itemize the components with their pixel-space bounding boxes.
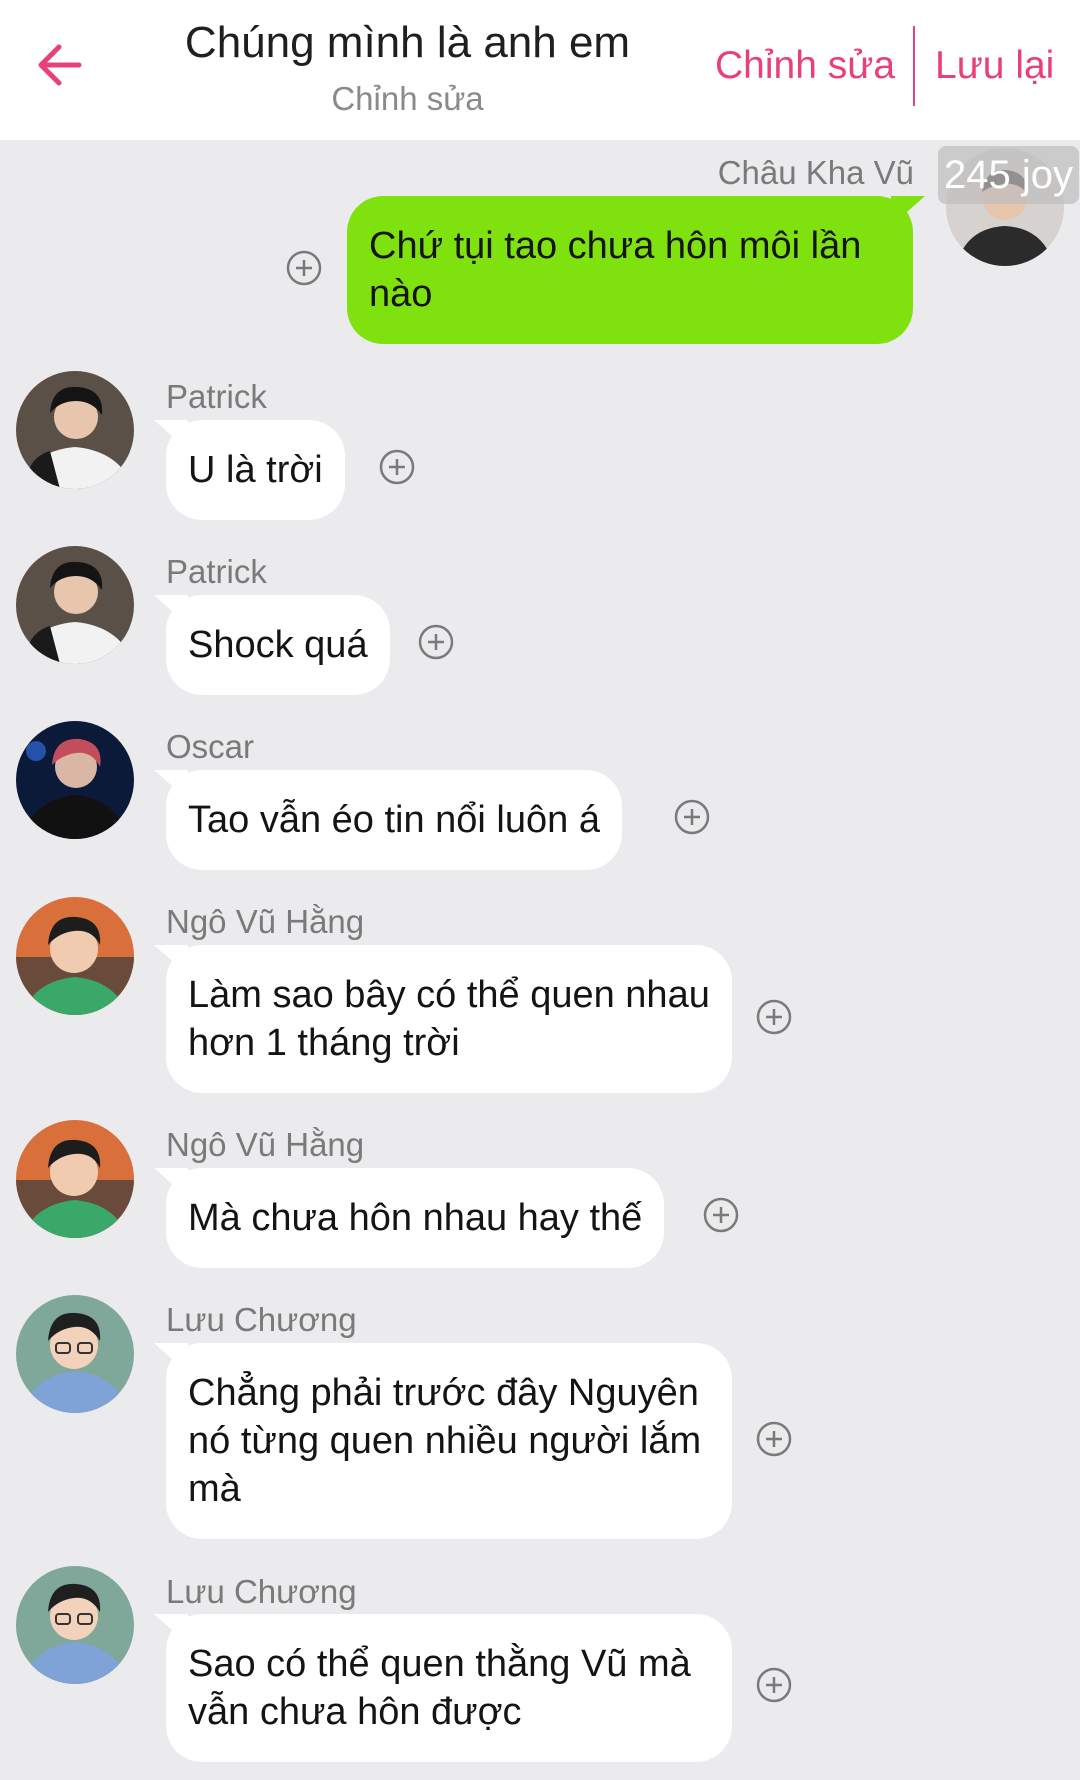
message-bubble-outgoing[interactable]: Chứ tụi tao chưa hôn môi lần nào <box>347 196 913 344</box>
message-bubble[interactable]: Làm sao bây có thể quen nhau hơn 1 tháng… <box>166 945 732 1093</box>
chat-subtitle: Chỉnh sửa <box>331 80 484 117</box>
sender-name: Oscar <box>166 728 255 765</box>
sender-name: Patrick <box>166 378 267 415</box>
message-bubble[interactable]: Sao có thể quen thằng Vũ mà vẫn chưa hôn… <box>166 1614 732 1762</box>
back-button[interactable] <box>24 30 94 100</box>
add-reaction-icon[interactable] <box>418 624 454 660</box>
watermark-label: 245 joy <box>938 146 1079 204</box>
avatar[interactable] <box>16 1566 134 1684</box>
save-button[interactable]: Lưu lại <box>935 44 1054 88</box>
sender-name: Patrick <box>166 553 267 590</box>
add-reaction-icon[interactable] <box>756 1421 792 1457</box>
sender-name: Ngô Vũ Hằng <box>166 1126 365 1163</box>
message-bubble[interactable]: Tao vẫn éo tin nổi luôn á <box>166 770 622 870</box>
add-reaction-icon[interactable] <box>703 1197 739 1233</box>
avatar[interactable] <box>16 721 134 839</box>
add-reaction-icon[interactable] <box>379 449 415 485</box>
arrow-left-icon <box>38 44 82 86</box>
message-bubble[interactable]: Mà chưa hôn nhau hay thế <box>166 1168 665 1268</box>
edit-button[interactable]: Chỉnh sửa <box>715 44 895 88</box>
chat-header: Chúng mình là anh em Chỉnh sửa Chỉnh sửa… <box>0 0 1080 140</box>
add-reaction-icon[interactable] <box>674 799 710 835</box>
message-bubble[interactable]: Shock quá <box>166 595 390 695</box>
avatar[interactable] <box>16 371 134 489</box>
message-bubble[interactable]: Chẳng phải trước đây Nguyên nó từng quen… <box>166 1343 732 1539</box>
avatar[interactable] <box>16 1120 134 1238</box>
message-bubble[interactable]: U là trời <box>166 420 345 520</box>
sender-name: Lưu Chương <box>166 1573 357 1610</box>
avatar[interactable] <box>16 897 134 1015</box>
header-divider <box>913 26 915 106</box>
sender-name: Lưu Chương <box>166 1301 357 1338</box>
add-reaction-icon[interactable] <box>756 999 792 1035</box>
chat-title: Chúng mình là anh em <box>184 18 631 67</box>
avatar[interactable] <box>16 1295 134 1413</box>
avatar[interactable] <box>16 546 134 664</box>
add-reaction-icon[interactable] <box>286 250 322 286</box>
add-reaction-icon[interactable] <box>756 1667 792 1703</box>
sender-name: Châu Kha Vũ <box>717 154 914 191</box>
sender-name: Ngô Vũ Hằng <box>166 903 365 940</box>
